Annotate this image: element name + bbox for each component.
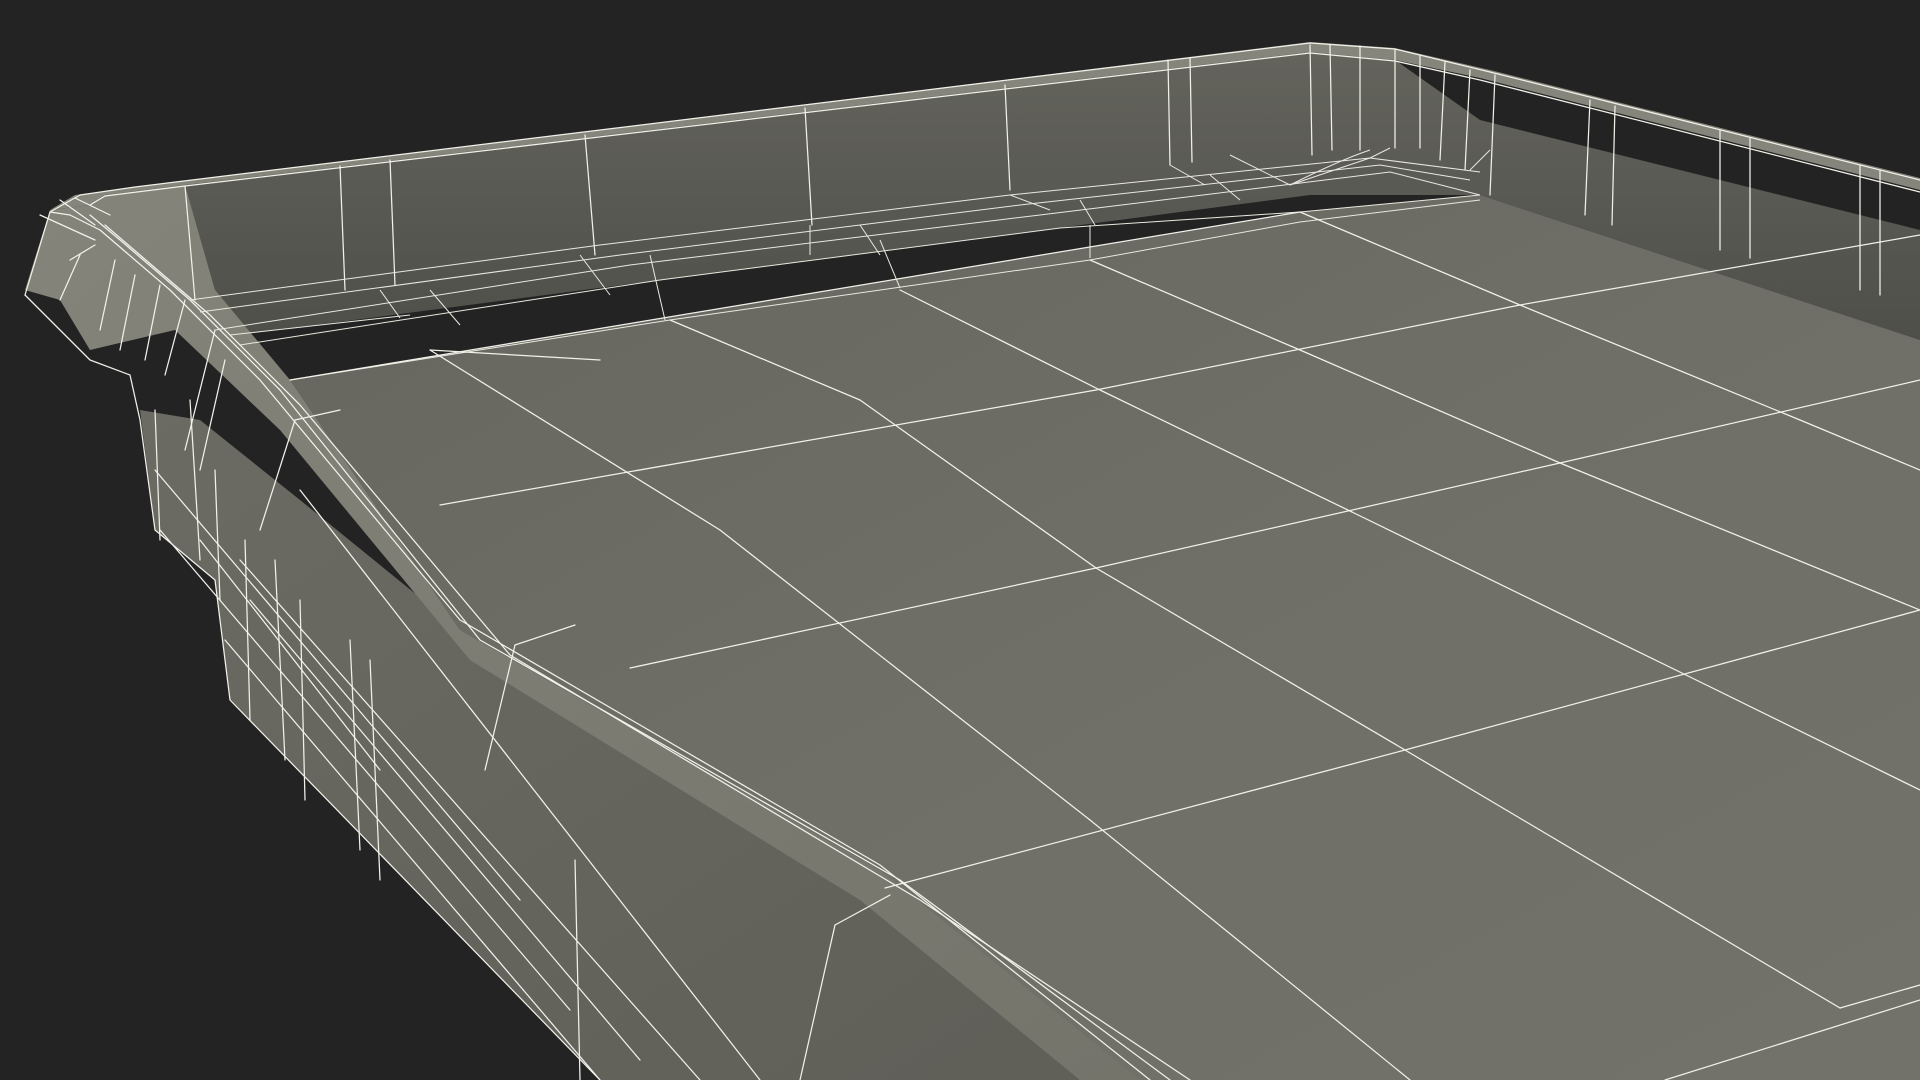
render-viewport: [24, 42, 1920, 1080]
